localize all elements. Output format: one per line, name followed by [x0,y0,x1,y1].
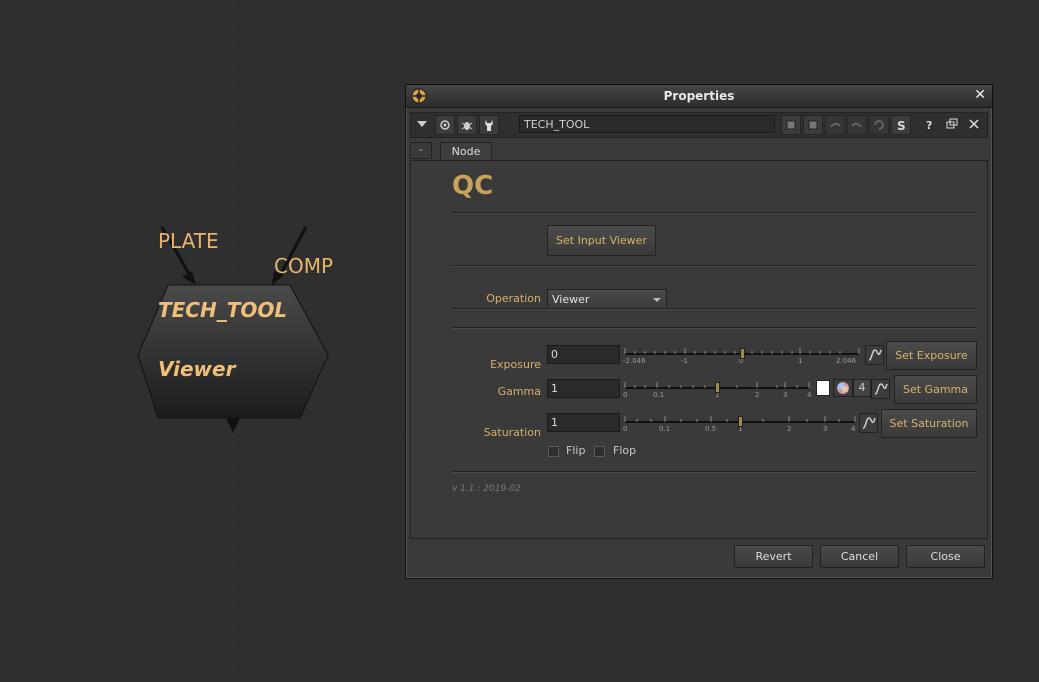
exposure-tick-label: -1 [681,357,688,365]
gamma-label: Gamma [497,385,541,398]
flip-checkbox[interactable] [548,446,559,457]
svg-text:S: S [897,119,906,132]
cancel-button[interactable]: Cancel [820,545,899,568]
revert-button[interactable]: Revert [734,545,813,568]
close-button[interactable]: Close [906,545,985,568]
saturation-tick-label: 0.1 [659,425,671,433]
svg-text:?: ? [926,119,932,131]
exposure-slider[interactable]: -2.046 -1 0 1 2.046 [623,347,863,367]
exposure-label: Exposure [490,358,541,371]
color-swatch-1-icon[interactable] [781,115,801,135]
flop-checkbox[interactable] [594,446,605,457]
flop-label: Flop [613,444,637,457]
exposure-animation-curve-icon[interactable] [865,345,884,365]
saturation-slider-handle[interactable] [738,416,743,427]
bug-icon[interactable] [457,115,477,135]
divider [452,265,976,267]
saturation-tick-label: 4 [851,425,856,433]
divider [452,471,976,473]
window-close-icon[interactable]: ✕ [974,87,986,103]
chevron-down-icon [653,298,661,302]
color-swatch-2-icon[interactable] [803,115,823,135]
flip-label: Flip [566,444,586,457]
operation-dropdown[interactable]: Viewer [547,289,667,310]
gamma-animation-curve-icon[interactable] [871,379,890,399]
tech-tool-node[interactable]: PLATE COMP TECH_TOOL Viewer [130,215,360,445]
saturation-tick-label: 0.5 [705,425,717,433]
title-bar[interactable]: Properties ✕ [406,85,992,108]
version-label: v 1.1 : 2019-02 [452,484,521,494]
saturation-tick-label: 2 [787,425,792,433]
node-name-input[interactable]: TECH_TOOL [519,115,775,133]
input-label-comp: COMP [274,254,334,278]
redo-icon[interactable] [847,115,867,135]
node-name: TECH_TOOL [158,298,288,322]
saturation-label: Saturation [483,426,541,439]
undo-icon[interactable] [825,115,845,135]
divider [452,308,976,310]
color-wheel-icon[interactable] [833,379,853,397]
node-tab-panel: QC Set Input Viewer Operation Viewer Exp… [410,160,988,539]
gamma-tick-label: 0 [623,391,628,399]
saturation-input[interactable]: 1 [547,413,620,432]
exposure-tick-label: -2.046 [623,357,646,365]
divider [452,212,976,214]
channel-count[interactable]: 4 [853,379,871,397]
properties-window: Properties ✕ TECH_TOOL S ? - Node QC Set… [405,84,993,579]
gamma-tick-label: 3 [783,391,788,399]
center-node-icon[interactable] [435,115,455,135]
set-exposure-button[interactable]: Set Exposure [886,341,977,370]
tab-collapse[interactable]: - [410,142,432,159]
window-title: Properties [663,89,735,103]
gamma-tick-label: 2 [755,391,760,399]
script-s-icon[interactable]: S [891,115,911,135]
input-label-plate: PLATE [158,229,219,253]
panel-close-icon[interactable] [965,115,985,135]
exposure-tick-label: 1 [798,357,803,365]
set-saturation-button[interactable]: Set Saturation [881,409,977,438]
exposure-slider-handle[interactable] [740,348,745,359]
set-input-viewer-button[interactable]: Set Input Viewer [547,225,656,256]
gamma-input[interactable]: 1 [547,379,620,398]
saturation-tick-label: 0 [623,425,628,433]
gamma-tick-label: 4 [807,391,812,399]
tab-node[interactable]: Node [440,142,492,160]
exposure-input[interactable]: 0 [547,345,620,364]
float-panel-icon[interactable] [943,115,963,135]
saturation-slider[interactable]: 0 0.1 0.5 1 2 3 4 [623,415,859,435]
operation-label: Operation [486,292,541,305]
set-gamma-button[interactable]: Set Gamma [894,375,977,404]
color-swatch-white[interactable] [816,380,830,396]
saturation-tick-label: 3 [823,425,828,433]
gamma-slider-handle[interactable] [715,382,720,393]
divider [452,327,976,329]
wrench-icon[interactable] [479,115,499,135]
operation-value: Viewer [552,293,590,306]
properties-toolbar: TECH_TOOL S ? [410,112,988,138]
revert-icon[interactable] [869,115,889,135]
tab-bar: - Node [410,142,988,160]
gamma-tick-label: 0.1 [653,391,665,399]
exposure-tick-label: 2.046 [836,357,857,365]
saturation-animation-curve-icon[interactable] [859,413,878,433]
gamma-slider[interactable]: 0 0.1 1 2 3 4 [623,381,813,401]
node-operation: Viewer [158,357,236,381]
collapse-arrow-icon[interactable] [413,115,433,135]
panel-title: QC [452,171,494,201]
help-icon[interactable]: ? [921,115,941,135]
